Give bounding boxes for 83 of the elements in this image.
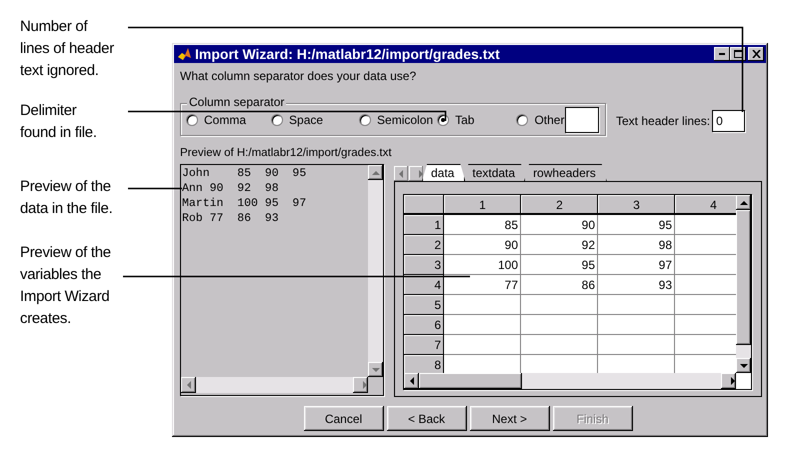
radio-button[interactable] [516,114,528,126]
app-logo-icon [177,47,192,61]
scrollbar-thumb[interactable] [419,373,522,389]
radio-button[interactable] [359,114,372,126]
wizard-button[interactable]: Cancel [304,406,384,431]
empty-cell[interactable] [598,295,675,315]
close-icon [752,50,760,58]
row-header[interactable]: 1 [404,215,444,235]
table-cell[interactable]: 92 [521,235,598,255]
table-cell[interactable]: 90 [444,235,521,255]
scrollbar-thumb[interactable] [736,210,751,345]
wizard-button[interactable]: Next > [470,406,550,431]
table-cell[interactable]: 93 [598,275,675,295]
horizontal-scrollbar[interactable] [404,373,736,389]
scroll-left-button[interactable] [404,373,419,389]
scroll-right-button[interactable] [353,377,368,393]
minimize-button[interactable] [714,47,730,61]
row-header[interactable]: 7 [404,335,444,355]
window-title: Import Wizard: H:/matlabr12/import/grades.txt [195,46,501,62]
scroll-down-button[interactable] [736,358,751,373]
scroll-down-button[interactable] [368,362,383,377]
row-header[interactable]: 5 [404,295,444,315]
row-header[interactable]: 2 [404,235,444,255]
table-cell[interactable]: 95 [521,255,598,275]
table-cell[interactable]: 97 [598,255,675,275]
variable-tab[interactable]: rowheaders [524,164,607,181]
tab-scroll-left-button[interactable] [394,166,408,181]
row-header[interactable]: 4 [404,275,444,295]
preview-text-area[interactable]: John 85 90 95 Ann 90 92 98 Martin 100 95 97 Rob 77 86 93 [180,164,384,396]
empty-cell[interactable] [598,335,675,355]
radio-label[interactable]: Space [289,112,324,126]
empty-cell[interactable] [521,335,598,355]
scroll-up-button[interactable] [736,195,751,210]
close-button[interactable] [748,47,764,61]
scroll-right-button[interactable] [721,373,736,389]
group-label: Column separator [187,95,286,109]
preview-line: Ann 90 92 98 [182,181,280,196]
row-header[interactable]: 8 [404,355,444,373]
column-header[interactable]: 1 [444,195,521,215]
preview-line: Rob 77 86 93 [182,211,280,226]
callout-text: Preview of the data in the file. [20,177,112,219]
vertical-scrollbar[interactable] [736,195,751,373]
callout-text: Number of lines of header text ignored. [20,17,114,81]
preview-line: Martin 100 95 97 [182,196,308,211]
horizontal-scrollbar[interactable] [181,377,368,393]
variable-tab[interactable]: data [422,164,466,181]
table-cell[interactable]: 77 [444,275,521,295]
radio-label[interactable]: Comma [204,112,246,126]
row-header[interactable]: 6 [404,315,444,335]
row-header[interactable]: 3 [404,255,444,275]
vertical-scrollbar[interactable] [368,165,383,377]
table-cell[interactable]: 95 [598,215,675,235]
empty-cell[interactable] [521,295,598,315]
other-separator-field[interactable] [565,106,600,132]
question-text: What column separator does your data use? [180,69,418,83]
table-cell[interactable]: 85 [444,215,521,235]
radio-button[interactable] [271,114,284,126]
field-label: Text header lines: [616,114,710,128]
maximize-icon [734,50,742,58]
leader-line [128,188,182,190]
table-cell[interactable]: 90 [521,215,598,235]
callout-text: Delimiter found in file. [20,101,97,143]
scroll-left-button[interactable] [181,377,196,393]
preview-label: Preview of H:/matlabr12/import/grades.txt [180,147,393,160]
table-cell[interactable]: 98 [598,235,675,255]
empty-cell[interactable] [598,315,675,335]
scroll-up-button[interactable] [368,165,383,180]
table-cell[interactable]: 100 [444,255,521,275]
radio-label[interactable]: Other [534,112,564,126]
minimize-icon [719,53,725,55]
column-header[interactable]: 3 [598,195,675,215]
table-cell[interactable]: 86 [521,275,598,295]
radio-button[interactable] [186,114,198,126]
radio-label[interactable]: Tab [455,112,474,126]
radio-label[interactable]: Semicolon [377,112,434,126]
column-header[interactable]: 4 [675,195,736,215]
header-lines-field[interactable]: 0 [712,110,746,132]
tab-scroll-right-button[interactable] [409,166,423,181]
column-header[interactable]: 2 [521,195,598,215]
preview-line: John 85 90 95 [182,166,308,181]
callout-text: Preview of the variables the Import Wizard creates. [20,243,111,329]
wizard-button[interactable]: < Back [386,406,466,431]
empty-cell[interactable] [521,315,598,335]
